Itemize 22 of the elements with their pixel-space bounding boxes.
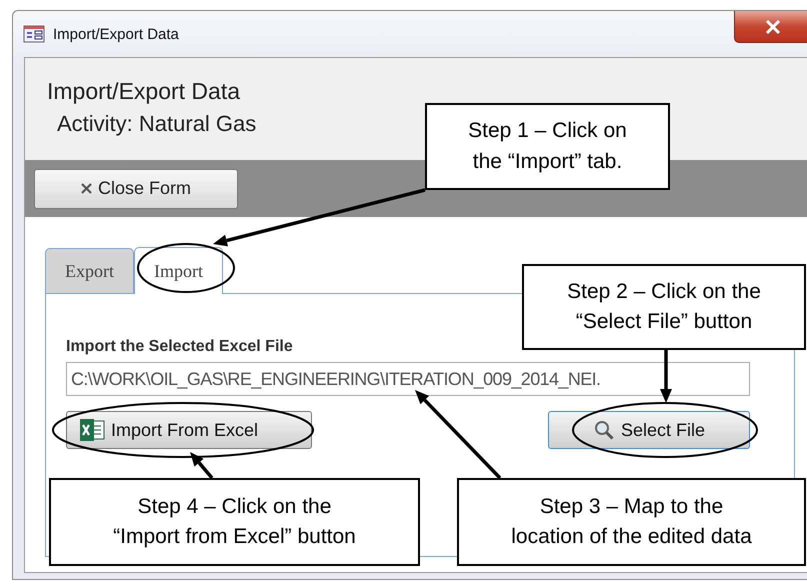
select-file-button[interactable]: Select File [548,411,750,449]
window-title: Import/Export Data [53,26,179,42]
import-button[interactable]: Import From Excel [66,411,312,449]
pointer-arrow [190,452,214,480]
form-icon [23,25,45,43]
callout-note: Step 4 – Click on the “Import from Excel” button [49,478,420,566]
close-form-button[interactable]: Close Form [34,168,238,208]
activity-label: Activity: Natural Gas [57,111,256,137]
form-title: Import/Export Data [47,78,240,105]
callout-note: Step 3 – Map to the location of the edited data [457,478,806,566]
file-path-field[interactable]: C:\WORK\OIL_GAS\RE_ENGINEERING\ITERATION_009_2014_NEI. [66,362,750,396]
tab[interactable]: Import [134,247,223,294]
close-button[interactable] [734,11,807,43]
tab[interactable]: Export [45,248,134,293]
pointer-arrow [660,350,672,403]
callout-note: Step 1 – Click on the “Import” tab. [425,103,670,190]
search-icon [592,419,615,441]
close-icon [765,20,781,34]
callout-note: Step 2 – Click on the “Select File” button [522,264,806,350]
field-label: Import the Selected Excel File [66,338,294,356]
spreadsheet-icon [79,418,105,442]
close-icon [80,183,92,194]
